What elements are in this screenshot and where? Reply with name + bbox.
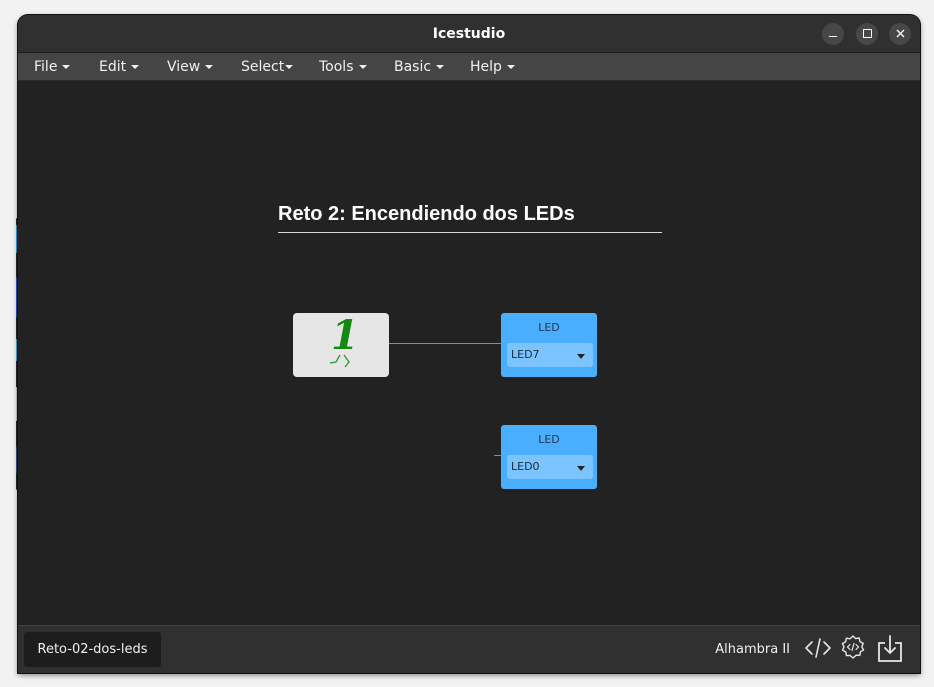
project-tab[interactable]: Reto-02-dos-leds [24, 632, 161, 667]
menu-help-label: Help [470, 59, 502, 75]
verify-gear-icon[interactable] [839, 634, 867, 662]
chevron-down-icon [436, 65, 445, 69]
menu-help[interactable]: Help [470, 59, 515, 75]
minimize-icon [829, 36, 837, 38]
menu-edit[interactable]: Edit [99, 59, 140, 75]
constant-high-block[interactable]: 1 [293, 313, 389, 377]
maximize-icon [862, 29, 872, 39]
chevron-down-icon [285, 65, 294, 69]
wire[interactable] [389, 343, 501, 344]
chevron-down-icon [205, 65, 214, 69]
window-title: Icestudio [432, 26, 506, 42]
dropdown-arrow-icon [577, 466, 585, 471]
board-selector[interactable]: Alhambra II [715, 642, 790, 657]
led-pin-value: LED7 [511, 348, 540, 361]
menu-basic[interactable]: Basic [394, 59, 445, 75]
chevron-down-icon [62, 65, 71, 69]
menu-view-label: View [167, 59, 201, 75]
canvas-heading: Reto 2: Encendiendo dos LEDs [278, 203, 662, 233]
menu-file-label: File [34, 59, 58, 75]
menu-file[interactable]: File [34, 59, 71, 75]
led-block-title: LED [538, 321, 560, 334]
menu-view[interactable]: View [167, 59, 214, 75]
code-icon[interactable] [804, 634, 832, 662]
menu-edit-label: Edit [99, 59, 127, 75]
chevron-down-icon [506, 65, 515, 69]
chevron-down-icon [131, 65, 140, 69]
led-output-block[interactable]: LED LED7 [501, 313, 597, 377]
minimize-button[interactable] [822, 23, 844, 45]
design-canvas[interactable]: Reto 2: Encendiendo dos LEDs 1 LED LED7 … [18, 81, 920, 625]
constant-value: 1 [331, 312, 359, 359]
close-icon [896, 29, 904, 38]
status-bar: Reto-02-dos-leds Alhambra II [18, 625, 920, 673]
menu-basic-label: Basic [394, 59, 432, 75]
led-pin-value: LED0 [511, 460, 540, 473]
title-bar: Icestudio [18, 15, 920, 53]
menu-tools-label: Tools [319, 59, 354, 75]
chevron-down-icon [358, 65, 367, 69]
walking-legs-icon [329, 354, 350, 368]
maximize-button[interactable] [856, 23, 878, 45]
menu-select[interactable]: Select [241, 59, 294, 75]
app-window: Icestudio File Edit View Select Tools Ba… [18, 15, 920, 673]
menu-tools[interactable]: Tools [319, 59, 367, 75]
menu-select-label: Select [241, 59, 285, 75]
led-block-title: LED [538, 433, 560, 446]
upload-icon[interactable] [876, 634, 904, 664]
menu-bar: File Edit View Select Tools Basic Help [18, 53, 920, 81]
wire-stub[interactable] [494, 455, 501, 456]
led-output-block[interactable]: LED LED0 [501, 425, 597, 489]
dropdown-arrow-icon [577, 354, 585, 359]
led-pin-select[interactable]: LED0 [507, 455, 593, 479]
led-pin-select[interactable]: LED7 [507, 343, 593, 367]
close-button[interactable] [889, 23, 911, 45]
